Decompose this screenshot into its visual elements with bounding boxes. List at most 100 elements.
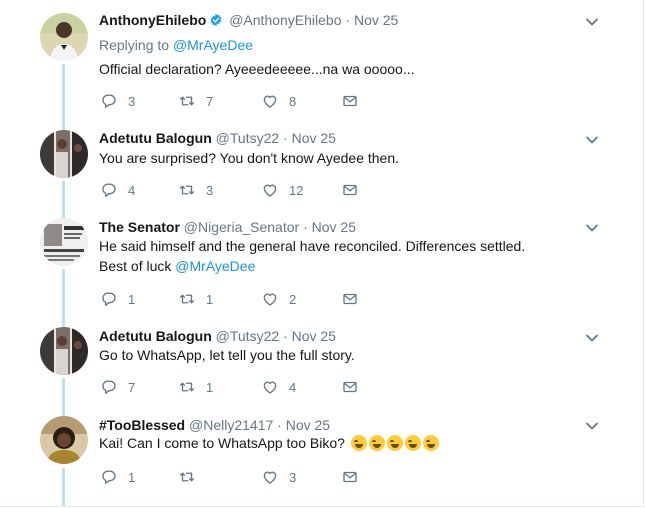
reply-icon: [100, 290, 118, 308]
direct-message-button[interactable]: [341, 180, 369, 200]
face-with-tears-of-joy-icon: [386, 435, 403, 451]
user-handle[interactable]: @Tutsy22: [216, 130, 280, 146]
face-with-tears-of-joy-icon: [368, 435, 385, 451]
user-handle[interactable]: @Nigeria_Senator: [184, 219, 299, 235]
reply-button[interactable]: 1: [100, 467, 135, 487]
tweet-text: He said himself and the general have rec…: [99, 236, 525, 276]
like-count: 3: [289, 469, 297, 485]
like-button[interactable]: 8: [261, 91, 296, 111]
reply-icon: [100, 181, 118, 199]
mention-link[interactable]: @MrAyeDee: [175, 258, 255, 274]
separator-dot: ·: [303, 219, 308, 235]
timestamp[interactable]: Nov 25: [312, 219, 356, 235]
retweet-button[interactable]: 1: [178, 289, 213, 309]
envelope-icon: [341, 468, 359, 486]
envelope-icon: [341, 92, 359, 110]
envelope-icon: [341, 290, 359, 308]
direct-message-button[interactable]: [341, 467, 369, 487]
reply-button[interactable]: 3: [100, 91, 135, 111]
avatar[interactable]: [40, 416, 88, 464]
reply-button[interactable]: 7: [100, 377, 135, 397]
tweet-text-line: He said himself and the general have rec…: [99, 238, 526, 254]
retweet-count: 1: [206, 291, 214, 307]
retweet-icon: [178, 378, 196, 396]
reply-count: 1: [128, 291, 136, 307]
face-with-tears-of-joy-icon: [350, 435, 367, 451]
reply-count: 4: [128, 182, 136, 198]
tweet-header: Adetutu Balogun @Tutsy22 · Nov 25: [99, 328, 336, 344]
direct-message-button[interactable]: [341, 377, 369, 397]
separator-dot: ·: [283, 130, 288, 146]
chevron-down-icon[interactable]: [585, 419, 599, 433]
timestamp[interactable]: Nov 25: [286, 417, 330, 433]
avatar[interactable]: [40, 13, 88, 61]
user-handle[interactable]: @AnthonyEhilebo: [229, 12, 341, 28]
tweet-actions: 1 3: [100, 467, 400, 489]
tweet[interactable]: The Senator @Nigeria_Senator · Nov 25 He…: [0, 213, 640, 322]
chevron-down-icon[interactable]: [585, 221, 599, 235]
reply-count: 7: [128, 379, 136, 395]
retweet-icon: [178, 290, 196, 308]
retweet-button[interactable]: 1: [178, 377, 213, 397]
like-count: 4: [289, 379, 297, 395]
like-button[interactable]: 4: [261, 377, 296, 397]
reply-button[interactable]: 4: [100, 180, 135, 200]
tweet-text: Official declaration? Ayeeedeeeee...na w…: [99, 61, 415, 77]
retweet-count: 1: [206, 379, 214, 395]
tweet-actions: 1 1 2: [100, 289, 400, 311]
timestamp[interactable]: Nov 25: [354, 12, 398, 28]
tweet[interactable]: Adetutu Balogun @Tutsy22 · Nov 25 You ar…: [0, 125, 640, 213]
retweet-count: 3: [206, 182, 214, 198]
like-button[interactable]: 3: [261, 467, 296, 487]
like-button[interactable]: 2: [261, 289, 296, 309]
display-name[interactable]: Adetutu Balogun: [99, 130, 212, 146]
tweet-actions: 7 1 4: [100, 377, 400, 399]
tweet[interactable]: Adetutu Balogun @Tutsy22 · Nov 25 Go to …: [0, 322, 640, 411]
like-count: 2: [289, 291, 297, 307]
separator-dot: ·: [283, 328, 288, 344]
avatar[interactable]: [40, 218, 88, 266]
avatar[interactable]: [40, 327, 88, 375]
tweet-header: Adetutu Balogun @Tutsy22 · Nov 25: [99, 130, 336, 146]
display-name[interactable]: AnthonyEhilebo: [99, 12, 206, 28]
chevron-down-icon[interactable]: [585, 331, 599, 345]
direct-message-button[interactable]: [341, 289, 369, 309]
retweet-icon: [178, 92, 196, 110]
heart-icon: [261, 468, 279, 486]
tweet[interactable]: AnthonyEhilebo @AnthonyEhilebo · Nov 25 …: [0, 0, 640, 125]
separator-dot: ·: [277, 417, 282, 433]
timestamp[interactable]: Nov 25: [292, 130, 336, 146]
tweet-header: #TooBlessed @Nelly21417 · Nov 25: [99, 417, 330, 433]
thread-line: [62, 269, 65, 322]
tweet-text: Kai! Can I come to WhatsApp too Biko?: [99, 433, 439, 453]
heart-icon: [261, 290, 279, 308]
display-name[interactable]: Adetutu Balogun: [99, 328, 212, 344]
display-name[interactable]: #TooBlessed: [99, 417, 185, 433]
direct-message-button[interactable]: [341, 91, 369, 111]
tweet-text: You are surprised? You don't know Ayedee…: [99, 150, 400, 166]
envelope-icon: [341, 181, 359, 199]
reply-icon: [100, 378, 118, 396]
mention-link[interactable]: @MrAyeDee: [173, 37, 253, 53]
retweet-button[interactable]: 3: [178, 180, 213, 200]
heart-icon: [261, 92, 279, 110]
retweet-button[interactable]: [178, 467, 206, 487]
user-handle[interactable]: @Tutsy22: [216, 328, 280, 344]
avatar[interactable]: [40, 130, 88, 178]
like-button[interactable]: 12: [261, 180, 303, 200]
reply-count: 3: [128, 93, 136, 109]
chevron-down-icon[interactable]: [585, 15, 599, 29]
retweet-icon: [178, 468, 196, 486]
tweet[interactable]: #TooBlessed @Nelly21417 · Nov 25 Kai! Ca…: [0, 411, 640, 506]
like-count: 12: [289, 182, 304, 198]
tweet-text-fragment: Best of luck: [99, 258, 172, 274]
retweet-button[interactable]: 7: [178, 91, 213, 111]
chevron-down-icon[interactable]: [585, 133, 599, 147]
reply-icon: [100, 468, 118, 486]
face-with-tears-of-joy-icon: [422, 435, 439, 451]
user-handle[interactable]: @Nelly21417: [189, 417, 273, 433]
reply-icon: [100, 92, 118, 110]
display-name[interactable]: The Senator: [99, 219, 180, 235]
reply-button[interactable]: 1: [100, 289, 135, 309]
timestamp[interactable]: Nov 25: [292, 328, 336, 344]
